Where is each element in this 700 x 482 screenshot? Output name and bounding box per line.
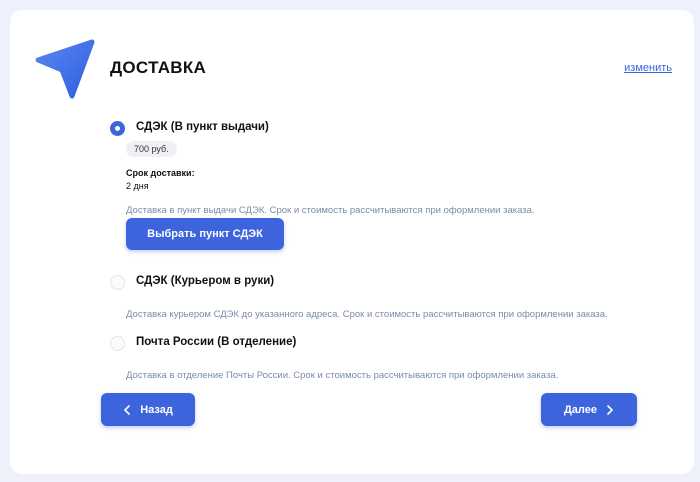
- chevron-right-icon: [607, 404, 613, 415]
- option-description: Доставка курьером СДЭК до указанного адр…: [126, 309, 608, 320]
- price-badge: 700 руб.: [126, 141, 177, 157]
- option-label: Почта России (В отделение): [136, 336, 297, 348]
- change-link[interactable]: изменить: [624, 62, 672, 74]
- option-label: СДЭК (Курьером в руки): [136, 275, 275, 287]
- delivery-term-value: 2 дня: [126, 181, 149, 191]
- radio-cdek-courier[interactable]: [110, 275, 125, 290]
- next-button[interactable]: Далее: [541, 393, 637, 426]
- back-button-label: Назад: [140, 403, 173, 416]
- option-description: Доставка в пункт выдачи СДЭК. Срок и сто…: [126, 205, 535, 216]
- option-label: СДЭК (В пункт выдачи): [136, 121, 269, 133]
- chevron-left-icon: [124, 404, 130, 415]
- option-description: Доставка в отделение Почты России. Срок …: [126, 370, 559, 381]
- delivery-term-label: Срок доставки:: [126, 168, 195, 178]
- next-button-label: Далее: [563, 403, 598, 416]
- back-button[interactable]: Назад: [101, 393, 195, 426]
- radio-cdek-pickup[interactable]: [110, 121, 125, 136]
- paper-plane-pointer-icon: [35, 39, 95, 99]
- page-title: ДОСТАВКА: [110, 58, 207, 77]
- select-cdek-point-button[interactable]: Выбрать пункт СДЭК: [126, 218, 284, 250]
- radio-russian-post[interactable]: [110, 336, 125, 351]
